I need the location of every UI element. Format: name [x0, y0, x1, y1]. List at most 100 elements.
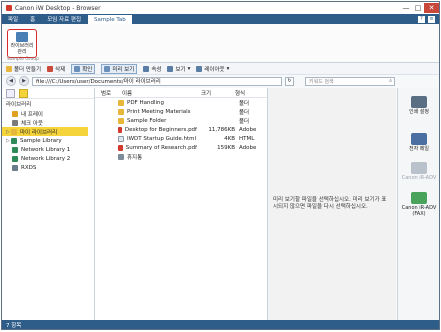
title-bar: Canon iW Desktop - Browser — □ ✕: [2, 2, 439, 14]
library-management-label: 라이브러리 관리: [10, 43, 34, 55]
list-item[interactable]: PDF Handling 폴더: [95, 98, 267, 107]
tree-item-checkout[interactable]: 체크 아웃: [2, 118, 94, 127]
chevron-down-icon: ▾: [187, 65, 191, 72]
window-title: Canon iW Desktop - Browser: [15, 4, 101, 12]
folder-icon: [11, 128, 17, 135]
back-button[interactable]: ◀: [6, 76, 16, 86]
html-icon: [118, 135, 124, 142]
list-item[interactable]: Summary of Research.pdf 159KB Adobe: [95, 143, 267, 152]
check-button[interactable]: 확인: [71, 63, 96, 74]
tree-item-my-frame[interactable]: 내 프레이: [2, 109, 94, 118]
address-input[interactable]: file:///C:/Users/user/Documents/마이 라이브러리: [32, 76, 282, 86]
app-window: Canon iW Desktop - Browser — □ ✕ 파일 홈 모임…: [1, 1, 440, 330]
status-bar: 7 항목: [2, 320, 439, 329]
address-bar: ◀ ▶ file:///C:/Users/user/Documents/마이 라…: [2, 75, 439, 87]
library-icon: [12, 164, 18, 171]
toolbar: 폴더 만들기 삭제 확인 미리 보기 속성 보기 ▾ 레이아웃 ▾: [2, 63, 439, 75]
delete-icon: [47, 65, 54, 72]
preview-mode-button[interactable]: 미리 보기: [101, 63, 138, 74]
column-header-name[interactable]: 이름: [118, 89, 197, 97]
list-item[interactable]: Sample Folder 폴더: [95, 116, 267, 125]
printer-button[interactable]: Canon iR-ADV: [401, 162, 437, 181]
library-management-button[interactable]: 라이브러리 관리: [7, 29, 37, 58]
tree-item-rxds[interactable]: RXDS: [2, 163, 94, 172]
menu-bar: 파일 홈 모임 자료 편집 Sample Tab ? ≡: [2, 14, 439, 24]
fax-icon: [411, 192, 427, 204]
refresh-icon: ↻: [287, 78, 292, 84]
library-icon: [11, 137, 17, 144]
output-bar: 인쇄 설정 전자 메일 Canon iR-ADV Canon iR-ADV (F…: [397, 88, 439, 320]
window-controls: — □ ✕: [400, 3, 439, 13]
refresh-button[interactable]: ↻: [285, 76, 294, 86]
tab-sample[interactable]: Sample Tab: [87, 14, 133, 24]
view-dropdown[interactable]: 보기 ▾: [167, 65, 190, 73]
preview-pane: 미리 보기할 파일을 선택하십시오. 미리 보기가 표시되지 않으면 파일을 다…: [268, 88, 396, 320]
tree-item-sample-library[interactable]: ▷ Sample Library: [2, 136, 94, 145]
folder-icon[interactable]: [19, 88, 28, 98]
ribbon-group-label: Sample Group: [7, 57, 40, 62]
fax-button[interactable]: Canon iR-ADV (FAX): [401, 192, 437, 217]
menu-file[interactable]: 파일: [2, 14, 24, 24]
library-icon: [12, 110, 18, 117]
close-button[interactable]: ✕: [424, 3, 439, 13]
app-icon: [6, 5, 12, 11]
layout-icon: [196, 65, 203, 72]
pdf-icon: [118, 144, 123, 151]
menu-meeting-edit[interactable]: 모임 자료 편집: [41, 14, 87, 24]
forward-button[interactable]: ▶: [19, 76, 29, 86]
preview-icon: [104, 65, 111, 72]
menu-right-icons: ? ≡: [418, 14, 439, 24]
navigation-pane-title: 라이브러리: [6, 102, 32, 108]
view-icon: [167, 65, 174, 72]
tree-item-my-library[interactable]: ▷ 마이 라이브러리: [2, 127, 88, 136]
file-list: PDF Handling 폴더 Print Meeting Materials …: [95, 98, 267, 161]
column-header-type[interactable]: 형식: [235, 89, 255, 97]
list-item[interactable]: IWDT Startup Guide.html 4KB HTML: [95, 134, 267, 143]
library-icon[interactable]: [6, 88, 15, 98]
email-button[interactable]: 전자 메일: [401, 133, 437, 152]
list-item[interactable]: Desktop for Beginners.pdf 11,786KB Adobe: [95, 125, 267, 134]
search-placeholder: 키워드 검색: [309, 78, 334, 85]
network-library-icon: [12, 146, 18, 153]
navigation-pane: 라이브러리 내 프레이 체크 아웃 ▷ 마이 라이브러리 ▷ Sample Li…: [2, 88, 95, 320]
status-text: 7 항목: [6, 322, 22, 329]
maximize-button[interactable]: □: [412, 3, 424, 13]
ribbon: 라이브러리 관리 Sample Group: [2, 24, 439, 63]
column-header-path[interactable]: 범로: [95, 89, 118, 97]
trash-icon: [118, 153, 124, 160]
menu-home[interactable]: 홈: [24, 14, 41, 24]
delete-button[interactable]: 삭제: [47, 65, 65, 73]
print-settings-icon: [411, 96, 427, 108]
settings-icon[interactable]: ≡: [428, 15, 435, 23]
forward-arrow-icon: ▶: [22, 78, 26, 84]
checkout-icon: [12, 119, 18, 126]
file-list-pane: 범로 이름 크기 형식 PDF Handling 폴더 Print Meetin…: [95, 88, 268, 320]
new-folder-icon: [6, 65, 12, 72]
library-tree: 내 프레이 체크 아웃 ▷ 마이 라이브러리 ▷ Sample Library …: [2, 109, 94, 172]
properties-button[interactable]: 속성: [143, 65, 161, 73]
folder-icon: [118, 117, 124, 124]
file-list-header: 범로 이름 크기 형식: [95, 88, 267, 98]
new-folder-button[interactable]: 폴더 만들기: [6, 65, 41, 73]
search-input[interactable]: 키워드 검색 ⌕: [305, 76, 395, 86]
folder-icon: [118, 108, 124, 115]
network-library-icon: [12, 155, 18, 162]
tree-item-network-library-1[interactable]: Network Library 1: [2, 145, 94, 154]
column-header-size[interactable]: 크기: [197, 89, 235, 97]
properties-icon: [143, 65, 150, 72]
search-icon: ⌕: [389, 78, 392, 84]
email-icon: [411, 133, 427, 145]
minimize-button[interactable]: —: [400, 3, 412, 13]
layout-dropdown[interactable]: 레이아웃 ▾: [196, 65, 229, 73]
grid-icon: [74, 65, 81, 72]
navigation-pane-toolbar: [2, 88, 94, 99]
help-icon[interactable]: ?: [418, 15, 425, 23]
pdf-icon: [118, 126, 122, 133]
tree-item-network-library-2[interactable]: Network Library 2: [2, 154, 94, 163]
list-item[interactable]: Print Meeting Materials 폴더: [95, 107, 267, 116]
list-item[interactable]: 휴지통: [95, 152, 267, 161]
library-management-icon: [16, 32, 28, 42]
print-settings-button[interactable]: 인쇄 설정: [401, 96, 437, 115]
chevron-down-icon: ▾: [226, 65, 230, 72]
back-arrow-icon: ◀: [9, 78, 13, 84]
